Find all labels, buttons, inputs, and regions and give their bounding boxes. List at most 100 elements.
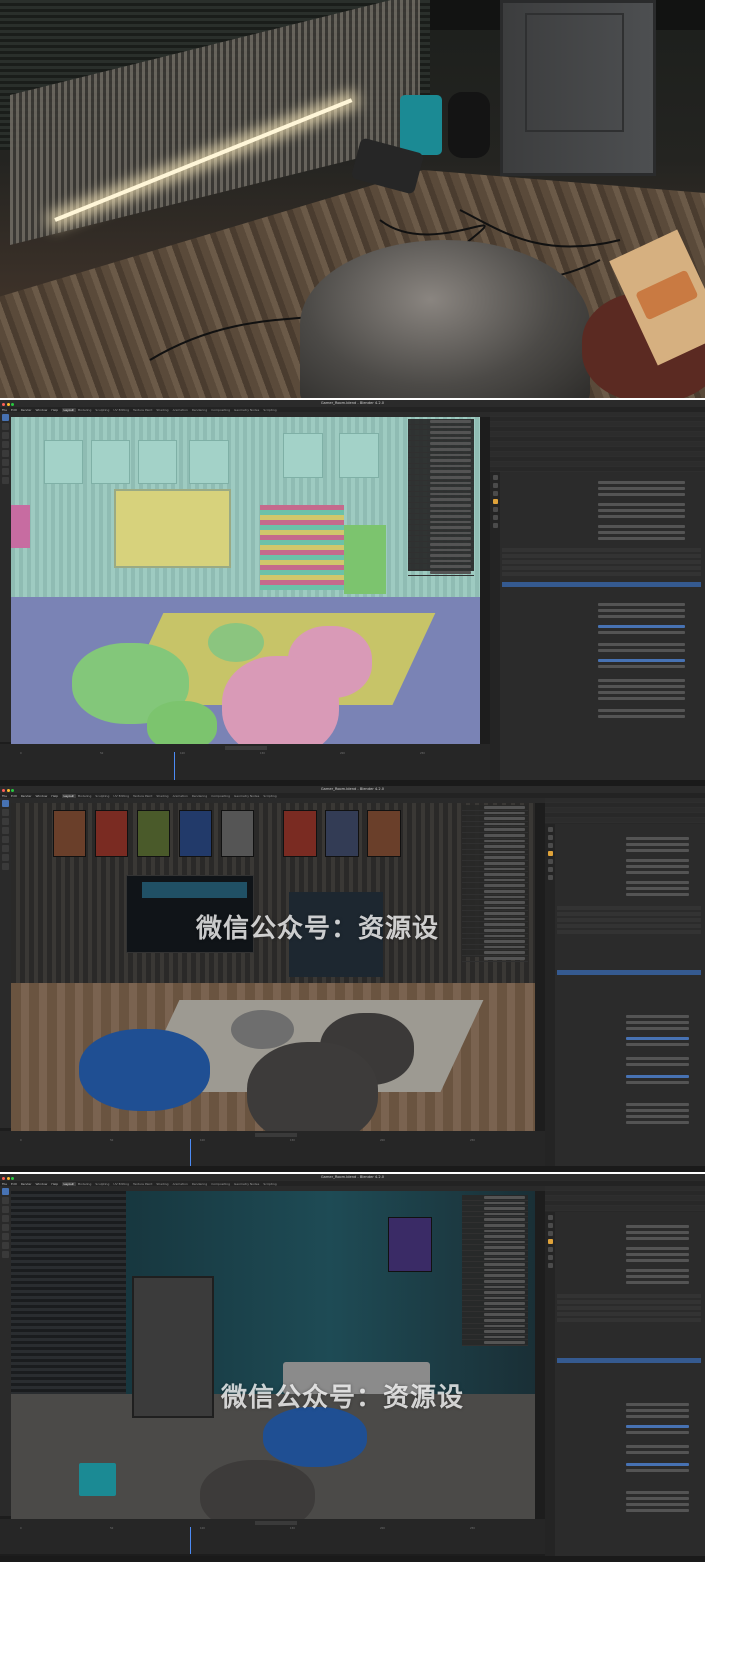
- prop-section[interactable]: [557, 1306, 701, 1310]
- object-tab-icon[interactable]: [492, 499, 498, 504]
- prop-field[interactable]: [597, 690, 686, 694]
- prop-field[interactable]: [626, 858, 690, 862]
- timeline[interactable]: 0 50 100 150 200 250: [0, 1519, 545, 1554]
- transform-icon[interactable]: [2, 845, 9, 852]
- prop-field[interactable]: [597, 502, 686, 506]
- prop-field[interactable]: [626, 1102, 690, 1106]
- prop-section[interactable]: [557, 924, 701, 928]
- properties-editor[interactable]: [490, 472, 705, 780]
- prop-section[interactable]: [557, 1294, 701, 1298]
- prop-section[interactable]: [557, 906, 701, 910]
- annotate-icon[interactable]: [2, 1242, 9, 1249]
- prop-field[interactable]: [597, 708, 686, 712]
- panel-row[interactable]: [462, 956, 528, 962]
- prop-field[interactable]: [626, 1056, 690, 1060]
- prop-field[interactable]: [626, 880, 690, 884]
- outliner-row[interactable]: [545, 818, 705, 823]
- prop-field[interactable]: [626, 1120, 690, 1124]
- prop-section[interactable]: [502, 548, 701, 552]
- playhead[interactable]: [174, 752, 175, 780]
- prop-field[interactable]: [626, 870, 690, 874]
- prop-field[interactable]: [597, 508, 686, 512]
- modifier-tab-icon[interactable]: [492, 507, 498, 512]
- output-tab-icon[interactable]: [547, 1231, 553, 1236]
- prop-section[interactable]: [557, 1300, 701, 1304]
- move-icon[interactable]: [2, 818, 9, 825]
- prop-field[interactable]: [626, 1108, 690, 1112]
- selected-material-slot[interactable]: [557, 970, 701, 975]
- prop-field[interactable]: [626, 1224, 690, 1228]
- prop-field[interactable]: [626, 1014, 690, 1018]
- prop-field[interactable]: [626, 1502, 690, 1506]
- prop-field[interactable]: [597, 536, 686, 540]
- prop-field[interactable]: [626, 1042, 690, 1046]
- prop-field[interactable]: [626, 848, 690, 852]
- prop-field[interactable]: [626, 892, 690, 896]
- prop-field[interactable]: [626, 1020, 690, 1024]
- prop-field[interactable]: [597, 486, 686, 490]
- prop-field[interactable]: [626, 836, 690, 840]
- prop-slider[interactable]: [626, 1074, 690, 1078]
- scale-icon[interactable]: [2, 836, 9, 843]
- prop-field[interactable]: [626, 842, 690, 846]
- outliner[interactable]: [545, 1186, 705, 1212]
- prop-field[interactable]: [597, 630, 686, 634]
- prop-field[interactable]: [626, 1230, 690, 1234]
- prop-field[interactable]: [597, 480, 686, 484]
- select-box-icon[interactable]: [2, 414, 9, 421]
- move-icon[interactable]: [2, 1206, 9, 1213]
- prop-field[interactable]: [597, 492, 686, 496]
- prop-field[interactable]: [626, 1274, 690, 1278]
- prop-section[interactable]: [557, 1318, 701, 1322]
- cursor-icon[interactable]: [2, 809, 9, 816]
- prop-field[interactable]: [597, 524, 686, 528]
- prop-section[interactable]: [557, 918, 701, 922]
- physics-tab-icon[interactable]: [547, 867, 553, 872]
- output-tab-icon[interactable]: [492, 491, 498, 496]
- cursor-icon[interactable]: [2, 423, 9, 430]
- prop-field[interactable]: [626, 1252, 690, 1256]
- cursor-icon[interactable]: [2, 1197, 9, 1204]
- panel-row[interactable]: [462, 1340, 528, 1347]
- prop-slider[interactable]: [597, 624, 686, 628]
- render-tab-icon[interactable]: [547, 835, 553, 840]
- move-icon[interactable]: [2, 432, 9, 439]
- scale-icon[interactable]: [2, 450, 9, 457]
- rotate-icon[interactable]: [2, 441, 9, 448]
- playback-controls[interactable]: [225, 746, 267, 750]
- prop-field[interactable]: [626, 1236, 690, 1240]
- prop-section[interactable]: [502, 572, 701, 576]
- properties-editor[interactable]: [545, 1212, 705, 1556]
- material-tab-icon[interactable]: [547, 1263, 553, 1268]
- prop-field[interactable]: [597, 602, 686, 606]
- prop-field[interactable]: [626, 1062, 690, 1066]
- tool-tab-icon[interactable]: [547, 1215, 553, 1220]
- prop-field[interactable]: [597, 608, 686, 612]
- prop-field[interactable]: [626, 886, 690, 890]
- viewport-teal[interactable]: 微信公众号：资源设: [11, 1191, 535, 1519]
- prop-field[interactable]: [597, 642, 686, 646]
- prop-field[interactable]: [626, 1408, 690, 1412]
- prop-field[interactable]: [626, 1468, 690, 1472]
- prop-field[interactable]: [626, 1402, 690, 1406]
- playback-controls[interactable]: [255, 1521, 297, 1525]
- prop-section[interactable]: [557, 1312, 701, 1316]
- prop-field[interactable]: [597, 684, 686, 688]
- prop-field[interactable]: [626, 1114, 690, 1118]
- selected-material-slot[interactable]: [557, 1358, 701, 1363]
- physics-tab-icon[interactable]: [492, 515, 498, 520]
- prop-field[interactable]: [597, 530, 686, 534]
- prop-field[interactable]: [597, 664, 686, 668]
- outliner[interactable]: [490, 412, 705, 472]
- selected-material-slot[interactable]: [502, 582, 701, 587]
- material-tab-icon[interactable]: [492, 523, 498, 528]
- prop-field[interactable]: [626, 1444, 690, 1448]
- physics-tab-icon[interactable]: [547, 1255, 553, 1260]
- select-box-icon[interactable]: [2, 800, 9, 807]
- prop-field[interactable]: [597, 714, 686, 718]
- prop-field[interactable]: [626, 1450, 690, 1454]
- prop-field[interactable]: [597, 648, 686, 652]
- timeline[interactable]: 0 50 100 150 200 250: [0, 744, 490, 780]
- transform-icon[interactable]: [2, 1233, 9, 1240]
- render-tab-icon[interactable]: [547, 1223, 553, 1228]
